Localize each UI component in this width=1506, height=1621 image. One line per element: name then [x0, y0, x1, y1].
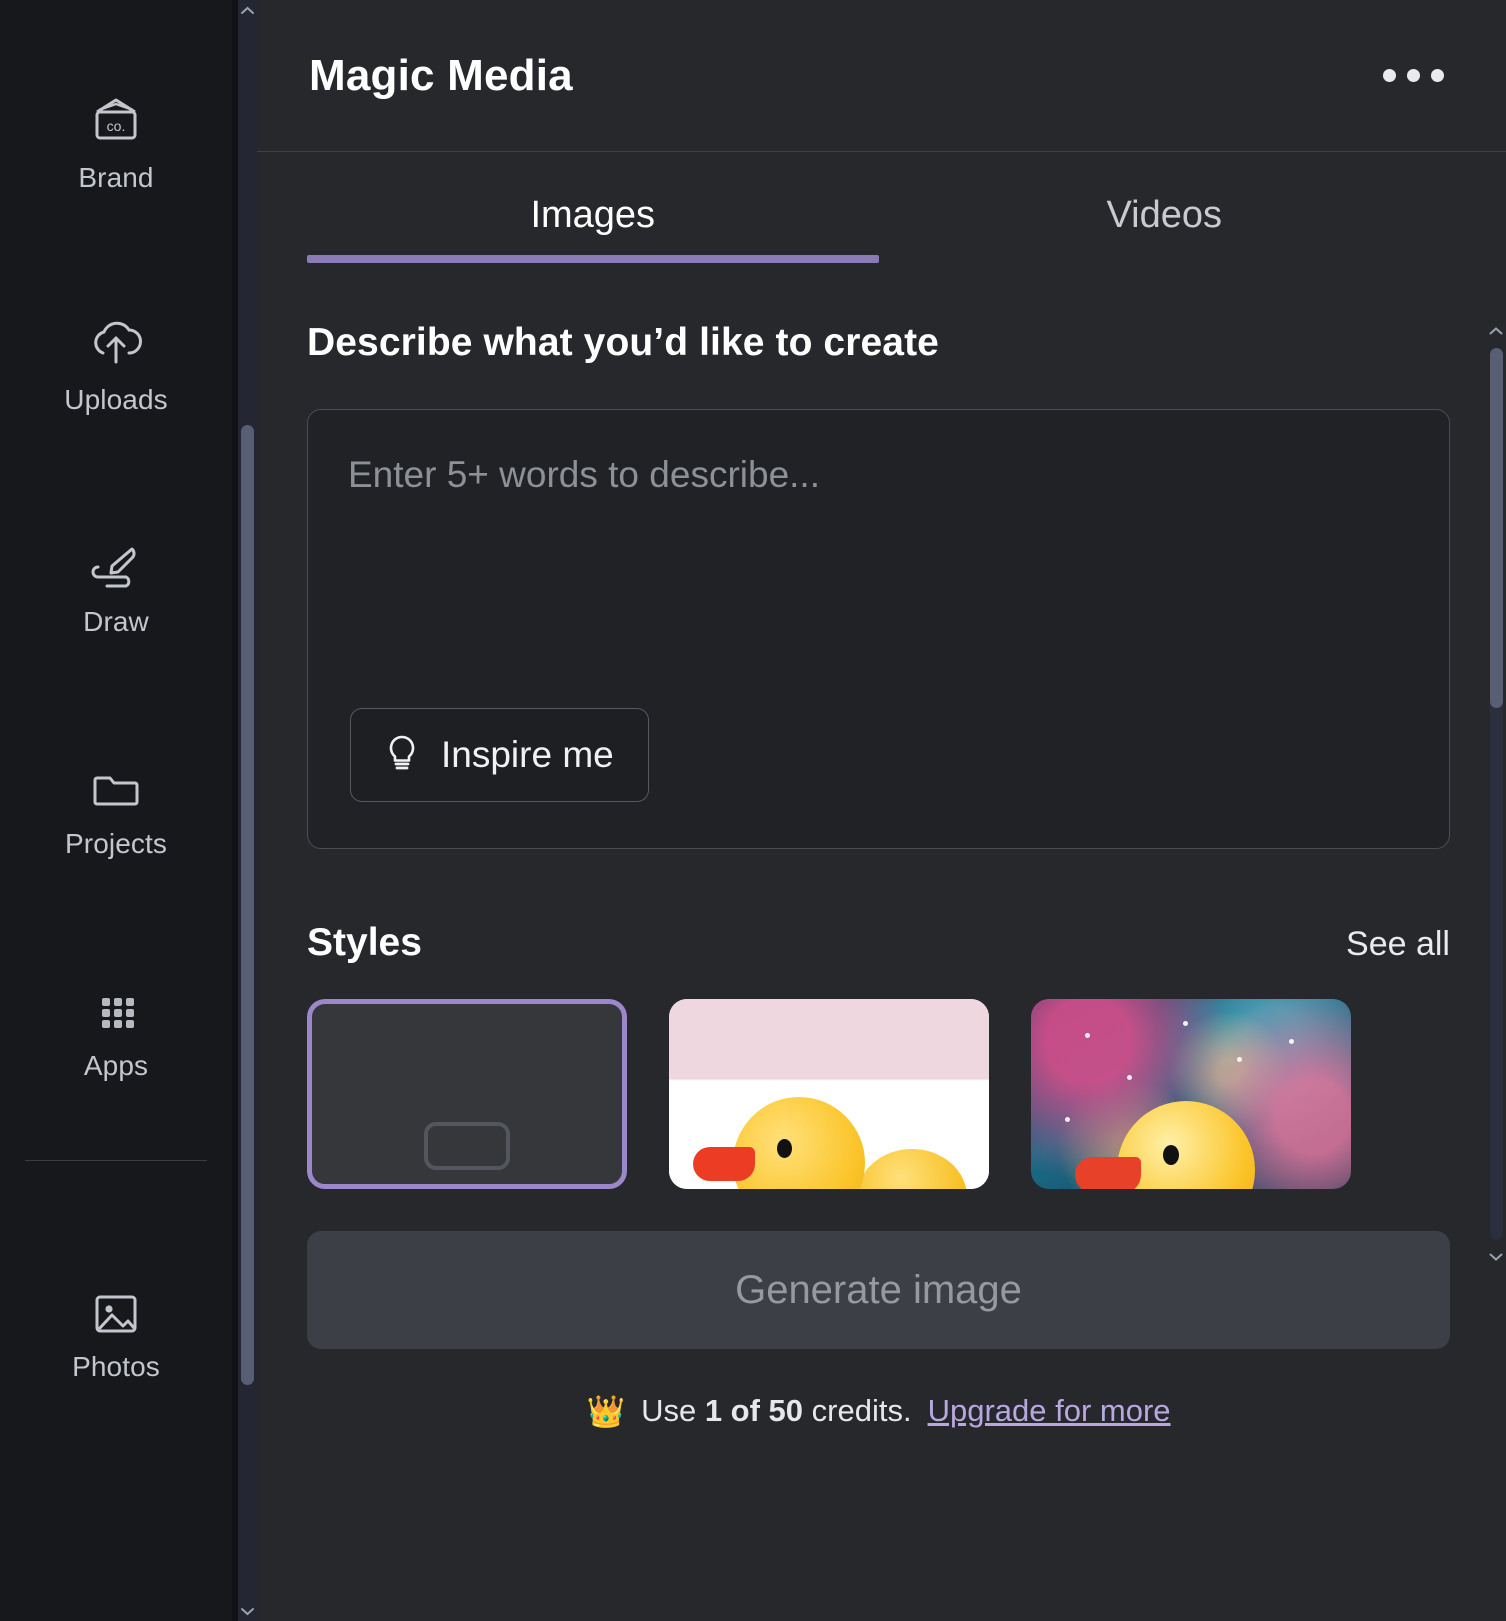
- image-icon: [83, 1281, 149, 1343]
- cloud-upload-icon: [83, 314, 149, 376]
- style-card-watercolour[interactable]: [669, 999, 989, 1189]
- styles-header: Styles See all: [307, 921, 1450, 965]
- prompt-heading: Describe what you’d like to create: [307, 321, 939, 364]
- style-card-dreamy[interactable]: [1031, 999, 1351, 1189]
- panel-body: Describe what you’d like to create Enter…: [251, 263, 1506, 1189]
- generate-image-button[interactable]: Generate image: [307, 1231, 1450, 1349]
- folder-icon: [83, 758, 149, 820]
- sidebar-item-draw[interactable]: Draw: [0, 536, 232, 636]
- credits-status: 👑 Use 1 of 50 credits. Upgrade for more: [251, 1393, 1506, 1429]
- page-title: Magic Media: [309, 50, 573, 100]
- sidebar-scrollbar-thumb[interactable]: [241, 425, 254, 1385]
- styles-title: Styles: [307, 921, 422, 964]
- upgrade-link[interactable]: Upgrade for more: [928, 1393, 1171, 1429]
- style-card-none[interactable]: [307, 999, 627, 1189]
- credits-suffix: credits.: [803, 1393, 912, 1428]
- inspire-me-button[interactable]: Inspire me: [350, 708, 649, 802]
- lightbulb-icon: [385, 733, 419, 778]
- prompt-input[interactable]: Enter 5+ words to describe... Inspire me: [307, 409, 1450, 849]
- brand-card-icon: co.: [83, 92, 149, 154]
- scroll-up-chevron-icon[interactable]: [1486, 322, 1506, 340]
- panel-scrollbar[interactable]: [1486, 322, 1506, 1266]
- sidebar-item-label: Photos: [72, 1351, 160, 1382]
- tab-label: Videos: [1106, 194, 1222, 236]
- tab-videos[interactable]: Videos: [879, 194, 1451, 263]
- sidebar-item-brand[interactable]: co. Brand: [0, 92, 232, 192]
- left-sidebar: co. Brand Uploads Draw Projects Apps Pho…: [0, 0, 232, 1621]
- sidebar-item-label: Projects: [65, 828, 167, 859]
- sidebar-scrollbar[interactable]: [238, 0, 257, 1621]
- sidebar-divider: [25, 1160, 207, 1161]
- generate-section: Generate image: [251, 1231, 1506, 1349]
- sidebar-item-label: Uploads: [64, 384, 168, 415]
- svg-text:co.: co.: [107, 118, 126, 134]
- sidebar-item-label: Apps: [83, 1050, 149, 1081]
- style-none-placeholder-icon: [424, 1122, 510, 1170]
- scroll-up-chevron-icon[interactable]: [238, 2, 257, 18]
- style-thumbnail-image: [669, 999, 989, 1189]
- inspire-me-label: Inspire me: [441, 734, 614, 775]
- scroll-down-chevron-icon[interactable]: [1486, 1248, 1506, 1266]
- more-horizontal-icon[interactable]: [1379, 57, 1448, 94]
- crown-icon: 👑: [586, 1393, 626, 1429]
- pen-draw-icon: [83, 536, 149, 598]
- prompt-placeholder: Enter 5+ words to describe...: [348, 454, 820, 495]
- scroll-down-chevron-icon[interactable]: [238, 1603, 257, 1619]
- grid-dots-icon: [83, 980, 149, 1042]
- styles-thumbnail-row: [307, 999, 1450, 1189]
- sidebar-item-uploads[interactable]: Uploads: [0, 314, 232, 414]
- sidebar-item-apps[interactable]: Apps: [0, 980, 232, 1080]
- credits-prefix: Use: [641, 1393, 705, 1428]
- credits-text: Use 1 of 50 credits.: [641, 1393, 912, 1429]
- panel-header: Magic Media: [251, 0, 1506, 152]
- style-thumbnail-image: [1031, 999, 1351, 1189]
- sidebar-item-label: Draw: [83, 606, 149, 637]
- tab-label: Images: [530, 194, 656, 236]
- panel-scrollbar-thumb[interactable]: [1490, 348, 1503, 708]
- tab-bar: Images Videos: [251, 194, 1506, 263]
- see-all-styles-link[interactable]: See all: [1346, 925, 1450, 964]
- credits-count: 1 of 50: [704, 1393, 804, 1428]
- magic-media-panel: Magic Media Images Videos Describe what …: [251, 0, 1506, 1621]
- sidebar-item-label: Brand: [78, 162, 154, 193]
- sidebar-item-photos[interactable]: Photos: [0, 1281, 232, 1381]
- sidebar-item-projects[interactable]: Projects: [0, 758, 232, 858]
- tab-images[interactable]: Images: [307, 194, 879, 263]
- magic-media-app: co. Brand Uploads Draw Projects Apps Pho…: [0, 0, 1506, 1621]
